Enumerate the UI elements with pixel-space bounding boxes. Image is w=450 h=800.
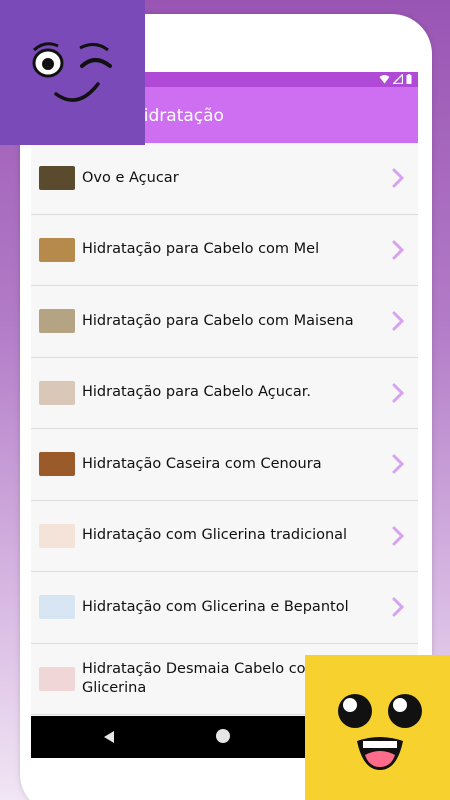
list-item[interactable]: Hidratação Caseira com Cenoura — [31, 429, 418, 501]
item-label: Hidratação para Cabelo com Maisena — [82, 312, 354, 329]
item-thumbnail — [39, 452, 75, 477]
wink-emoji-sticker — [0, 0, 145, 145]
list-item[interactable]: Ovo e Açucar — [31, 143, 418, 215]
item-thumbnail — [39, 166, 75, 191]
list-item[interactable]: Hidratação com Glicerina e Bepantol — [31, 572, 418, 644]
list-item[interactable]: Hidratação para Cabelo com Mel — [31, 214, 418, 286]
item-thumbnail — [39, 380, 75, 405]
happy-face-icon — [338, 694, 422, 770]
status-icons — [379, 74, 412, 84]
chevron-right-icon — [392, 454, 404, 474]
list-item[interactable]: Hidratação para Cabelo com Maisena — [31, 286, 418, 358]
list-item[interactable]: Hidratação com Glicerina tradicional — [31, 500, 418, 572]
chevron-right-icon — [392, 240, 404, 260]
happy-emoji-sticker — [305, 655, 450, 800]
item-label: Hidratação Caseira com Cenoura — [82, 455, 322, 472]
recipe-list: Ovo e Açucar Hidratação para Cabelo com M… — [31, 143, 418, 715]
chevron-right-icon — [392, 311, 404, 331]
chevron-right-icon — [392, 383, 404, 403]
chevron-right-icon — [392, 597, 404, 617]
nav-back-icon[interactable] — [102, 730, 116, 744]
item-label: Hidratação para Cabelo Açucar. — [82, 384, 312, 401]
item-thumbnail — [39, 666, 75, 691]
item-thumbnail — [39, 309, 75, 334]
battery-icon — [406, 74, 412, 84]
item-label: Hidratação com Glicerina e Bepantol — [82, 598, 349, 615]
chevron-right-icon — [392, 168, 404, 188]
chevron-right-icon — [392, 526, 404, 546]
signal-icon — [393, 74, 403, 84]
item-label: Hidratação com Glicerina tradicional — [82, 527, 348, 544]
nav-home-icon[interactable] — [216, 729, 230, 743]
item-thumbnail — [39, 523, 75, 548]
wink-face-icon — [32, 42, 112, 102]
item-label: Hidratação para Cabelo com Mel — [82, 241, 320, 258]
wifi-icon — [379, 75, 390, 84]
item-label: Ovo e Açucar — [82, 169, 179, 186]
list-item[interactable]: Hidratação para Cabelo Açucar. — [31, 357, 418, 429]
item-thumbnail — [39, 595, 75, 620]
item-thumbnail — [39, 237, 75, 262]
